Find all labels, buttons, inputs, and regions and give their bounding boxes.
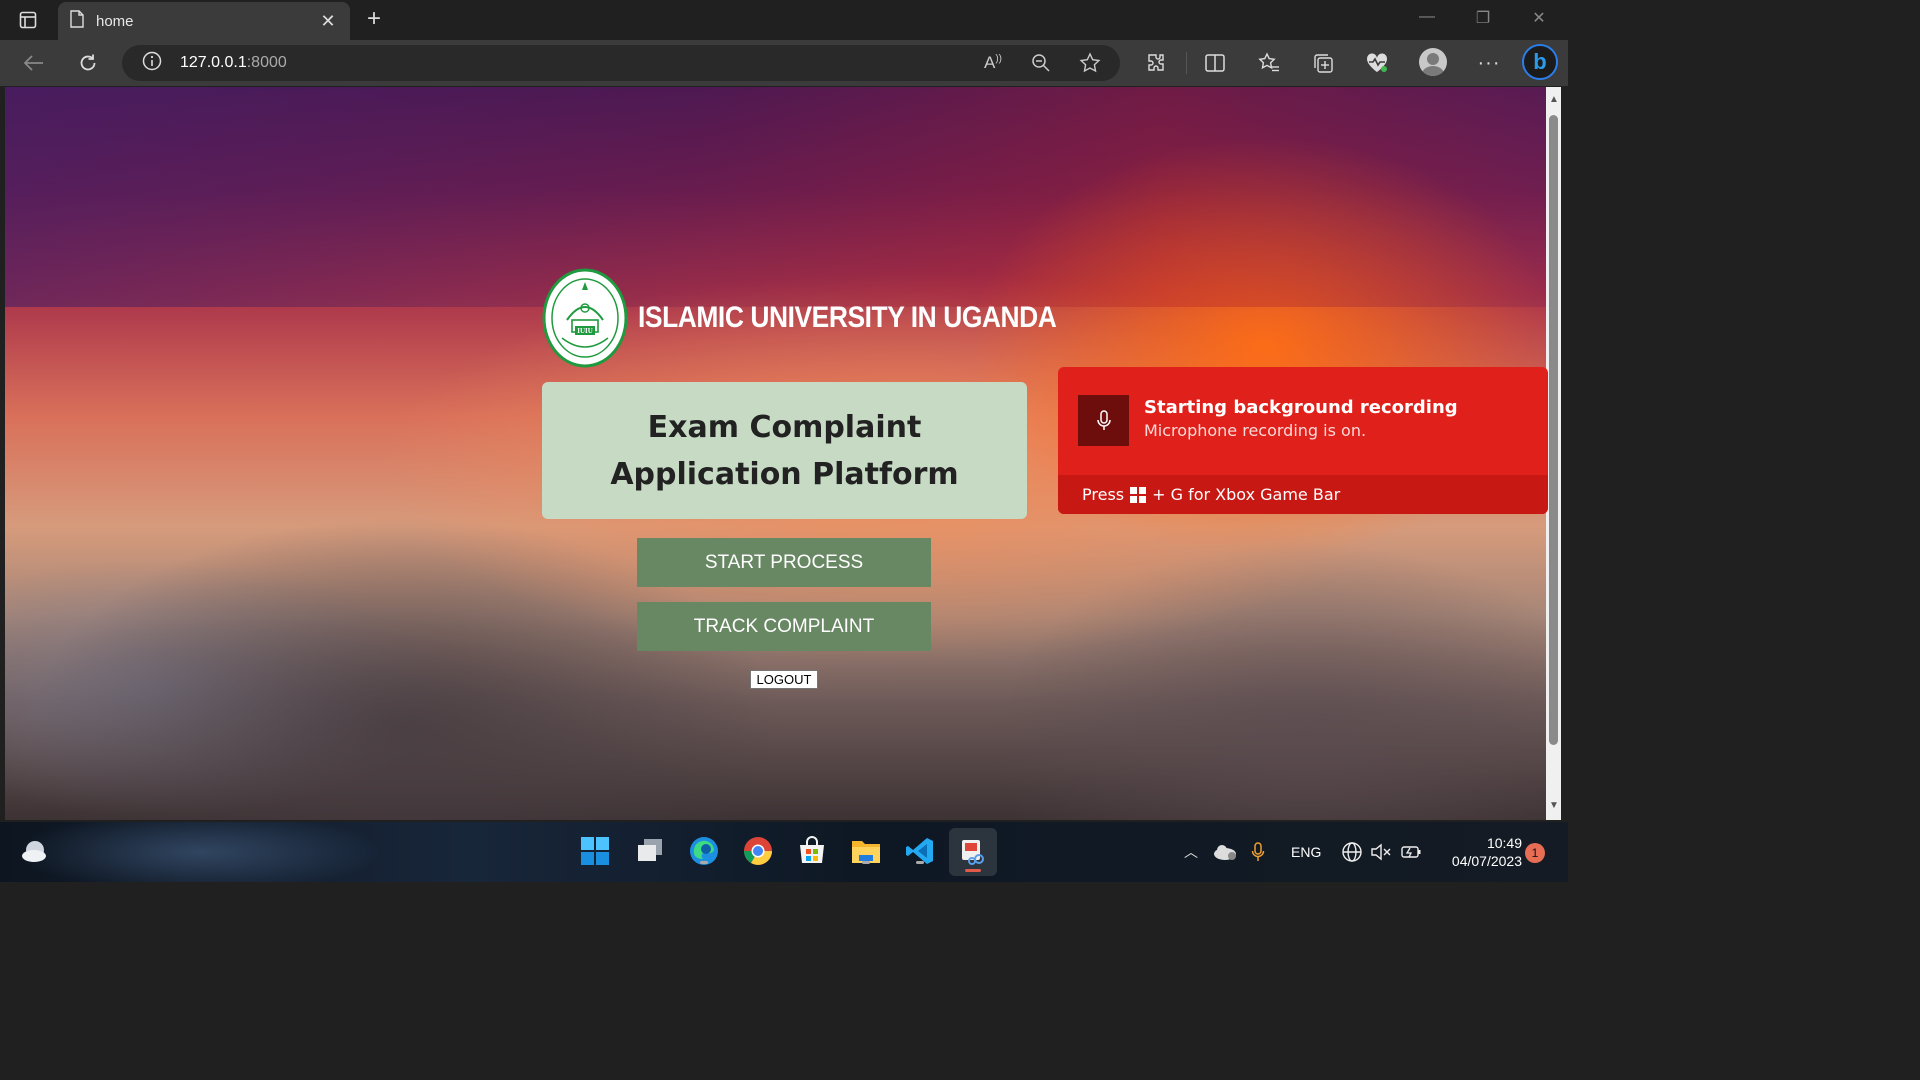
collections-icon[interactable] (1309, 49, 1337, 77)
favorite-star-icon[interactable] (1076, 49, 1104, 77)
start-process-button[interactable]: START PROCESS (637, 538, 931, 587)
close-window-icon[interactable]: ✕ (1527, 8, 1551, 28)
scroll-thumb[interactable] (1549, 115, 1558, 745)
scroll-down-arrow-icon[interactable]: ▼ (1549, 801, 1559, 811)
tab-bar: home ✕ + — ❐ ✕ (0, 0, 1568, 40)
weather-icon[interactable] (18, 834, 52, 868)
page-title: Exam Complaint Application Platform (610, 409, 959, 492)
url-host: 127.0.0.1 (180, 54, 247, 71)
address-bar[interactable]: 127.0.0.1:8000 (122, 45, 1120, 81)
notification-badge[interactable]: 1 (1525, 843, 1545, 863)
scroll-up-arrow-icon[interactable]: ▲ (1549, 95, 1559, 105)
microsoft-store-icon[interactable] (795, 834, 829, 868)
university-name: ISLAMIC UNIVERSITY IN UGANDA (638, 301, 1057, 334)
university-header: IUIU ISLAMIC UNIVERSITY IN UGANDA (542, 268, 1113, 368)
url-port: :8000 (246, 54, 287, 71)
browser-tab[interactable]: home ✕ (58, 2, 350, 40)
title-card: Exam Complaint Application Platform (542, 382, 1027, 519)
read-aloud-icon[interactable]: A)) (979, 49, 1007, 77)
file-explorer-icon[interactable] (849, 834, 883, 868)
site-info-icon[interactable] (142, 51, 162, 76)
profile-avatar[interactable] (1419, 48, 1447, 76)
network-icon[interactable] (1341, 822, 1363, 882)
close-tab-icon[interactable]: ✕ (318, 11, 338, 32)
show-hidden-icons[interactable]: ︿ (1184, 822, 1198, 882)
track-complaint-button[interactable]: TRACK COMPLAINT (637, 602, 931, 651)
windows-key-icon (1130, 486, 1147, 503)
browser-essentials-icon[interactable] (1363, 49, 1391, 77)
page-scrollbar[interactable]: ▲ ▼ (1546, 87, 1561, 820)
refresh-icon[interactable] (74, 49, 102, 77)
university-seal-logo: IUIU (542, 268, 628, 368)
system-clock[interactable]: 10:49 04/07/2023 (1432, 834, 1522, 870)
footer-suffix: + G for Xbox Game Bar (1152, 485, 1341, 504)
chrome-icon[interactable] (741, 834, 775, 868)
svg-text:IUIU: IUIU (577, 327, 593, 335)
clock-time: 10:49 (1486, 835, 1522, 851)
onedrive-icon[interactable] (1212, 822, 1238, 882)
notification-subtitle: Microphone recording is on. (1144, 421, 1367, 440)
task-view-icon[interactable] (633, 834, 667, 868)
battery-icon[interactable] (1400, 822, 1424, 882)
microphone-in-use-icon[interactable] (1251, 822, 1265, 882)
extensions-icon[interactable] (1142, 49, 1170, 77)
browser-toolbar: 127.0.0.1:8000 A)) ··· b (0, 40, 1568, 86)
restore-icon[interactable]: ❐ (1471, 8, 1495, 28)
windows-taskbar: ︿ ENG 10:49 04/07/2023 1 (0, 822, 1568, 882)
bing-copilot-icon[interactable]: b (1522, 44, 1558, 80)
tab-actions-icon[interactable] (10, 8, 46, 32)
snipping-tool-icon[interactable] (949, 828, 997, 876)
split-screen-icon[interactable] (1201, 49, 1229, 77)
notification-footer: Press + G for Xbox Game Bar (1058, 475, 1548, 514)
favorites-icon[interactable] (1255, 49, 1283, 77)
more-options-icon[interactable]: ··· (1475, 49, 1503, 77)
logout-button[interactable]: LOGOUT (750, 670, 818, 689)
notification-title: Starting background recording (1144, 397, 1458, 418)
start-menu-icon[interactable] (578, 834, 612, 868)
page-icon (70, 10, 84, 32)
new-tab-icon[interactable]: + (360, 6, 388, 34)
language-indicator[interactable]: ENG (1291, 822, 1321, 882)
volume-muted-icon[interactable] (1370, 822, 1392, 882)
recording-notification[interactable]: Starting background recording Microphone… (1058, 367, 1548, 514)
zoom-out-icon[interactable] (1027, 49, 1055, 77)
minimize-icon[interactable]: — (1415, 8, 1439, 26)
microphone-icon (1078, 395, 1129, 446)
footer-prefix: Press (1082, 485, 1125, 504)
vscode-icon[interactable] (903, 834, 937, 868)
back-icon[interactable] (20, 49, 48, 77)
tab-title: home (96, 12, 134, 30)
clock-date: 04/07/2023 (1451, 853, 1522, 869)
edge-browser-icon[interactable] (687, 834, 721, 868)
